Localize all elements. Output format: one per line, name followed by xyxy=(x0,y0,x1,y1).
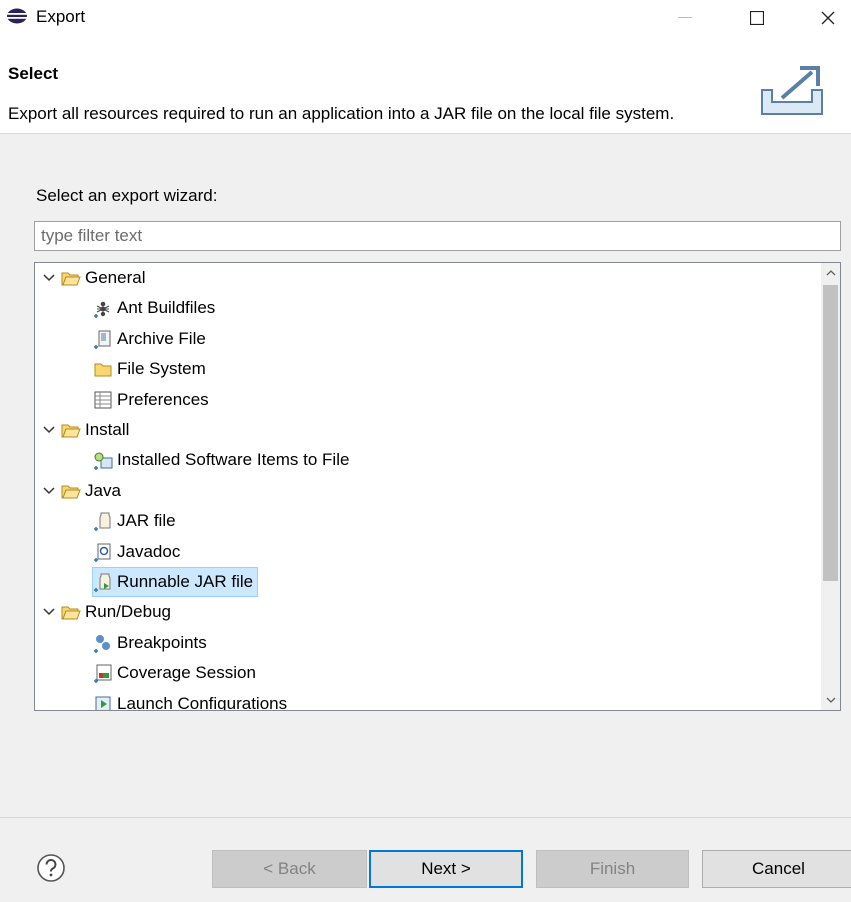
tree-item-label: JAR file xyxy=(117,511,176,531)
back-button[interactable]: < Back xyxy=(212,850,367,888)
breakpoints-icon xyxy=(93,633,113,653)
tree-item-label: Breakpoints xyxy=(117,632,207,652)
tree-item-label: Preferences xyxy=(117,389,209,409)
folder-icon xyxy=(93,359,113,379)
wizard-label: Select an export wizard: xyxy=(36,186,218,205)
tree-item[interactable]: Ant Buildfiles xyxy=(93,294,215,322)
cancel-button[interactable]: Cancel xyxy=(702,850,851,888)
footer-divider xyxy=(0,817,851,818)
jar-icon xyxy=(93,511,113,532)
tree-item-label: Java xyxy=(85,480,121,500)
wizard-tree[interactable]: General Ant Buildfiles Archive File File Sy… xyxy=(34,262,841,711)
tree-item-label: Archive File xyxy=(117,328,206,348)
scroll-down-icon[interactable] xyxy=(821,690,840,710)
chevron-down-icon[interactable] xyxy=(41,483,57,499)
tree-item-label: Launch Configurations xyxy=(117,693,288,711)
coverage-icon xyxy=(93,663,113,684)
minimize-icon[interactable] xyxy=(662,0,708,36)
tree-folder[interactable]: Install xyxy=(41,416,129,444)
chevron-down-icon[interactable] xyxy=(41,422,57,438)
tree-folder[interactable]: Run/Debug xyxy=(41,598,171,626)
maximize-icon[interactable] xyxy=(734,0,780,36)
tree-item[interactable]: Javadoc xyxy=(93,538,180,566)
chevron-down-icon[interactable] xyxy=(41,270,57,286)
tree-item[interactable]: Preferences xyxy=(93,386,209,414)
tree-folder[interactable]: General xyxy=(41,264,145,292)
finish-button[interactable]: Finish xyxy=(536,850,689,888)
tree-item[interactable]: File System xyxy=(93,355,206,383)
tree-scrollbar[interactable] xyxy=(821,263,840,710)
launch-config-icon xyxy=(93,694,113,710)
tree-item[interactable]: Breakpoints xyxy=(93,629,207,657)
wizard-header: Select Export all resources required to … xyxy=(0,36,851,134)
runnable-jar-icon xyxy=(93,572,113,592)
folder-open-icon xyxy=(61,481,81,501)
installed-software-icon xyxy=(93,450,113,471)
folder-open-icon xyxy=(61,602,81,622)
javadoc-icon xyxy=(93,542,113,562)
archive-icon xyxy=(93,329,113,349)
window-title: Export xyxy=(36,7,86,26)
tree-item-label: General xyxy=(85,268,146,287)
page-description: Export all resources required to run an … xyxy=(8,104,675,123)
scroll-thumb[interactable] xyxy=(823,285,838,581)
tree-item[interactable]: Launch Configurations xyxy=(93,690,288,711)
chevron-down-icon[interactable] xyxy=(41,604,57,620)
close-icon[interactable] xyxy=(805,0,851,36)
preferences-icon xyxy=(93,390,113,410)
tree-item-label: Installed Software Items to File xyxy=(117,450,350,470)
folder-open-icon xyxy=(61,268,81,288)
export-wizard-icon xyxy=(761,66,823,115)
tree-item[interactable]: Archive File xyxy=(93,325,206,353)
tree-item-label: Javadoc xyxy=(117,541,181,561)
title-bar: Export xyxy=(0,0,851,36)
next-button[interactable]: Next > xyxy=(369,850,523,888)
help-icon[interactable] xyxy=(36,853,66,883)
tree-item[interactable]: Coverage Session xyxy=(93,659,256,687)
folder-open-icon xyxy=(61,420,81,440)
tree-item-label: Run/Debug xyxy=(85,602,172,622)
filter-input[interactable] xyxy=(34,221,841,251)
tree-folder[interactable]: Java xyxy=(41,477,121,505)
tree-item[interactable]: Runnable JAR file xyxy=(91,567,259,597)
tree-item-label: Coverage Session xyxy=(117,663,256,683)
tree-item-label: Ant Buildfiles xyxy=(117,298,216,318)
eclipse-icon xyxy=(7,8,27,24)
tree-item-label: Runnable JAR file xyxy=(117,572,254,591)
tree-item[interactable]: JAR file xyxy=(93,507,176,535)
tree-item-label: File System xyxy=(117,359,206,379)
tree-item-label: Install xyxy=(85,420,130,439)
page-title: Select xyxy=(8,64,59,83)
scroll-up-icon[interactable] xyxy=(821,263,840,283)
tree-item[interactable]: Installed Software Items to File xyxy=(93,446,349,474)
ant-icon xyxy=(93,298,113,319)
